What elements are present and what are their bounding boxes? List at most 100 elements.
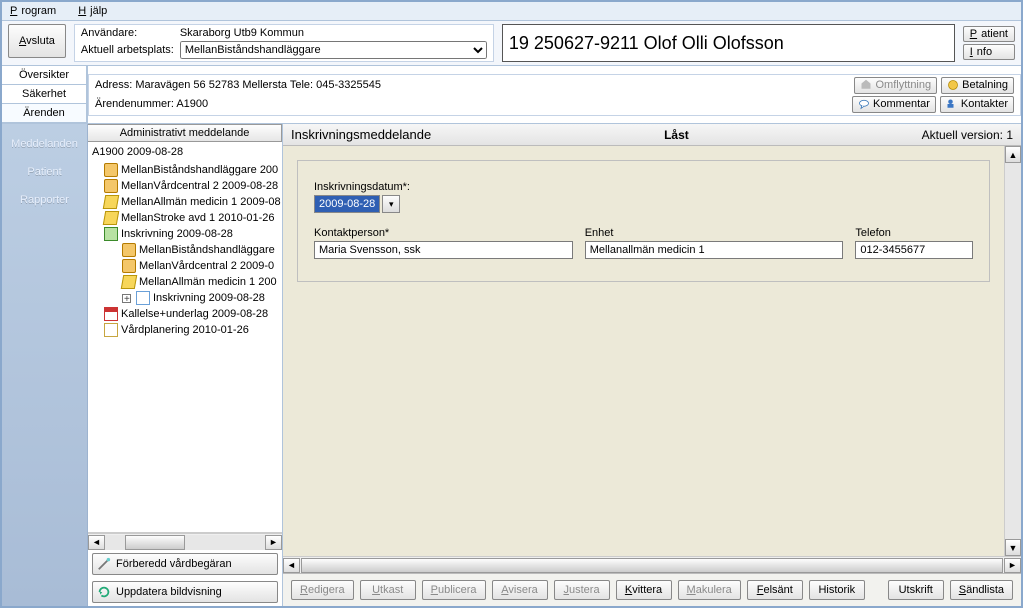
publicera-button[interactable]: Publicera	[422, 580, 486, 600]
prepare-request-button[interactable]: Förberedd vårdbegäran	[92, 553, 278, 575]
contact-input[interactable]: Maria Svensson, ssk	[314, 241, 573, 259]
form-header: Inskrivningsmeddelande Låst Aktuell vers…	[283, 124, 1021, 146]
payment-button[interactable]: Betalning	[941, 77, 1014, 94]
kvittera-button[interactable]: Kvittera	[616, 580, 672, 600]
form-vscrollbar[interactable]: ▲ ▼	[1004, 146, 1021, 556]
house-icon	[104, 227, 118, 241]
tree-item-label: Vårdplanering 2010-01-26	[121, 322, 249, 338]
phone-input[interactable]: 012-3455677	[855, 241, 973, 259]
form-scroll-track[interactable]	[301, 558, 1003, 573]
menubar: Program Hjälp	[2, 2, 1021, 21]
comment-button[interactable]: Kommentar	[852, 96, 936, 113]
tree-item[interactable]: Inskrivning 2009-08-28	[88, 226, 282, 242]
tree-hscrollbar[interactable]: ◄ ►	[88, 533, 282, 550]
user-value: Skaraborg Utb9 Kommun	[180, 27, 487, 39]
tree-item[interactable]: Inskrivning 2009-08-28	[88, 290, 282, 306]
redigera-button[interactable]: Redigera	[291, 580, 354, 600]
tree-item[interactable]: Kallelse+underlag 2009-08-28	[88, 306, 282, 322]
form-scroll-right-icon[interactable]: ►	[1004, 558, 1021, 573]
tree-item-label: MellanStroke avd 1 2010-01-26	[121, 210, 274, 226]
scroll-down-icon[interactable]: ▼	[1005, 539, 1021, 556]
scroll-up-icon[interactable]: ▲	[1005, 146, 1021, 163]
unit-label: Enhet	[585, 227, 844, 239]
tree-item[interactable]: Vårdplanering 2010-01-26	[88, 322, 282, 338]
tree-item[interactable]: MellanVårdcentral 2 2009-0	[88, 258, 282, 274]
nav-rapporter[interactable]: Rapporter	[2, 186, 87, 214]
tree-item-label: Inskrivning 2009-08-28	[121, 226, 233, 242]
action-bar: Redigera Utkast Publicera Avisera Juster…	[283, 573, 1021, 606]
form-area: Inskrivningsmeddelande Låst Aktuell vers…	[283, 124, 1021, 606]
person-icon	[104, 163, 118, 177]
form-body: Inskrivningsdatum*: 2009-08-28 ▾ Kontakt…	[283, 146, 1004, 556]
vscroll-track[interactable]	[1005, 163, 1021, 539]
info-button[interactable]: Info	[963, 44, 1015, 60]
expand-icon[interactable]	[122, 294, 131, 303]
tab-arenden[interactable]: Ärenden	[2, 104, 87, 123]
contacts-icon	[946, 98, 958, 110]
tab-oversikter[interactable]: Översikter	[2, 66, 87, 85]
form-fieldset: Inskrivningsdatum*: 2009-08-28 ▾ Kontakt…	[297, 160, 990, 282]
move-button[interactable]: Omflyttning	[854, 77, 937, 94]
makulera-button[interactable]: Makulera	[678, 580, 741, 600]
exit-button[interactable]: Avsluta	[8, 24, 66, 58]
tree-item[interactable]: MellanAllmän medicin 1 200	[88, 274, 282, 290]
scroll-left-icon[interactable]: ◄	[88, 535, 105, 550]
workplace-label: Aktuell arbetsplats:	[81, 44, 174, 56]
felsant-button[interactable]: Felsänt	[747, 580, 803, 600]
historik-button[interactable]: Historik	[809, 580, 865, 600]
contacts-button[interactable]: Kontakter	[940, 96, 1014, 113]
nav-patient[interactable]: Patient	[2, 158, 87, 186]
scroll-right-icon[interactable]: ►	[265, 535, 282, 550]
key-icon	[103, 211, 119, 225]
form-scroll-left-icon[interactable]: ◄	[283, 558, 300, 573]
date-label: Inskrivningsdatum*:	[314, 181, 973, 193]
menu-help[interactable]: Hjälp	[74, 4, 115, 18]
form-scroll-thumb[interactable]	[301, 558, 1003, 573]
tree-item[interactable]: MellanAllmän medicin 1 2009-08	[88, 194, 282, 210]
tree-item-label: MellanBiståndshandläggare 200	[121, 162, 278, 178]
doc-icon	[104, 323, 118, 337]
person-icon	[122, 259, 136, 273]
utkast-button[interactable]: Utkast	[360, 580, 416, 600]
update-view-button[interactable]: Uppdatera bildvisning	[92, 581, 278, 603]
tree-item[interactable]: MellanStroke avd 1 2010-01-26	[88, 210, 282, 226]
patient-button[interactable]: Patient	[963, 26, 1015, 42]
tree-column: Administrativt meddelande A1900 2009-08-…	[88, 124, 283, 606]
app-window: Program Hjälp Avsluta Användare: Skarabo…	[0, 0, 1023, 608]
person-icon	[122, 243, 136, 257]
form-hscrollbar[interactable]: ◄ ►	[283, 556, 1021, 573]
sandlista-button[interactable]: Sändlista	[950, 580, 1013, 600]
tree-item[interactable]: MellanBiståndshandläggare 200	[88, 162, 282, 178]
tree-item-label: MellanBiståndshandläggare	[139, 242, 275, 258]
main-area: Meddelanden Patient Rapporter Administra…	[2, 124, 1021, 606]
speech-icon	[858, 98, 870, 110]
tree-item-label: Inskrivning 2009-08-28	[153, 290, 265, 306]
side-nav: Meddelanden Patient Rapporter	[2, 124, 88, 606]
unit-input[interactable]: Mellanallmän medicin 1	[585, 241, 844, 259]
nav-meddelanden[interactable]: Meddelanden	[2, 130, 87, 158]
tree-item[interactable]: MellanBiståndshandläggare	[88, 242, 282, 258]
avisera-button[interactable]: Avisera	[492, 580, 548, 600]
date-dropdown-button[interactable]: ▾	[382, 195, 400, 213]
address-line1: Adress: Maravägen 56 52783 Mellersta Tel…	[95, 79, 381, 91]
tree-item[interactable]: MellanVårdcentral 2 2009-08-28	[88, 178, 282, 194]
person-icon	[104, 179, 118, 193]
move-icon	[860, 79, 872, 91]
tree-item-label: Kallelse+underlag 2009-08-28	[121, 306, 268, 322]
tree-item-label: MellanAllmän medicin 1 200	[139, 274, 277, 290]
chevron-down-icon: ▾	[389, 199, 394, 210]
justera-button[interactable]: Justera	[554, 580, 610, 600]
date-input[interactable]: 2009-08-28	[314, 195, 380, 213]
refresh-icon	[97, 585, 111, 599]
scroll-thumb[interactable]	[125, 535, 185, 550]
tree-item-label: MellanVårdcentral 2 2009-08-28	[121, 178, 278, 194]
user-area: Användare: Skaraborg Utb9 Kommun Aktuell…	[74, 24, 494, 62]
workplace-select[interactable]: MellanBiståndshandläggare	[180, 41, 487, 59]
tab-sakerhet[interactable]: Säkerhet	[2, 85, 87, 104]
tree[interactable]: A1900 2009-08-28 MellanBiståndshandlägga…	[88, 142, 282, 533]
scroll-track[interactable]	[105, 535, 265, 550]
menu-program[interactable]: Program	[6, 4, 64, 18]
utskrift-button[interactable]: Utskrift	[888, 580, 944, 600]
user-label: Användare:	[81, 27, 174, 39]
tree-root[interactable]: A1900 2009-08-28	[88, 142, 282, 162]
